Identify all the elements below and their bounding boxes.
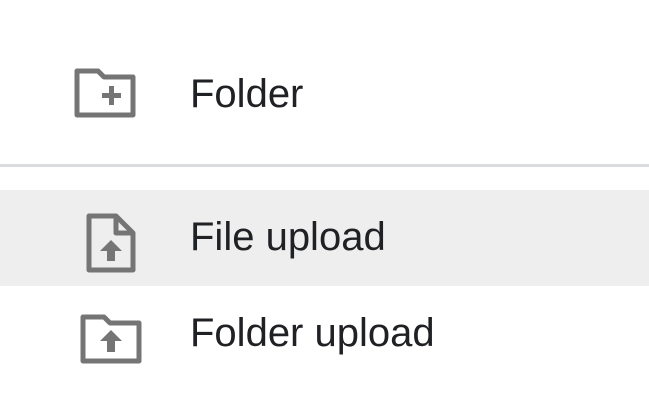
menu-item-new-folder[interactable]: Folder	[0, 40, 649, 150]
new-item-menu: Folder File upload Folder upload	[0, 0, 649, 402]
folder-plus-icon	[74, 68, 136, 118]
folder-upload-icon	[80, 314, 142, 364]
menu-item-label: Folder	[190, 72, 304, 116]
menu-item-file-upload[interactable]: File upload	[0, 190, 649, 286]
menu-divider	[0, 164, 649, 167]
menu-item-label: File upload	[190, 215, 386, 259]
menu-item-label: Folder upload	[190, 311, 435, 355]
menu-item-folder-upload[interactable]: Folder upload	[0, 286, 649, 382]
file-upload-icon	[86, 213, 136, 273]
